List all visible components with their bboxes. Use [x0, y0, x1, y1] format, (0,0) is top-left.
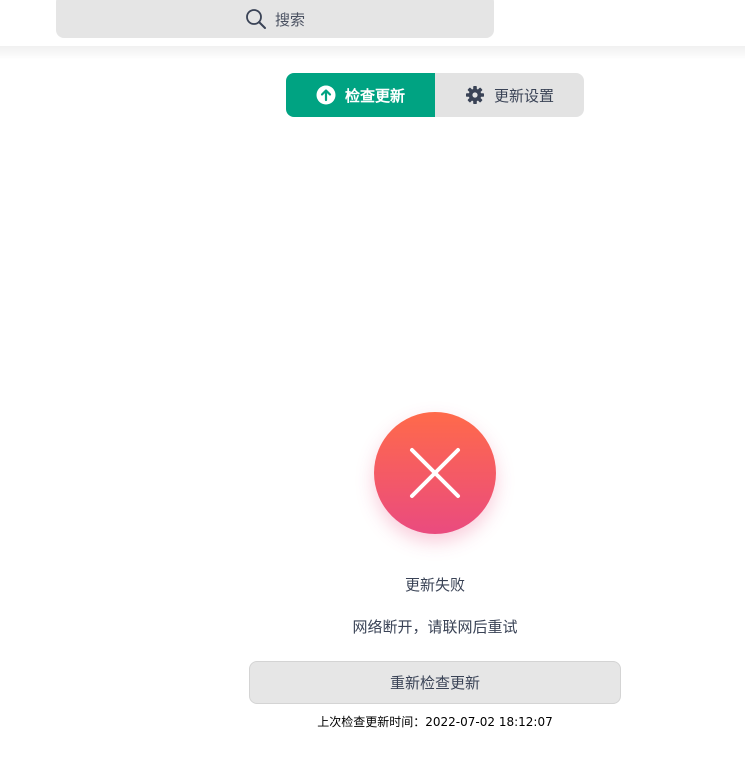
error-x-icon	[374, 412, 496, 534]
gear-icon	[465, 85, 485, 105]
tab-update-settings-label: 更新设置	[493, 86, 554, 105]
search-input[interactable]: 搜索	[56, 0, 494, 38]
arrow-up-circle-icon	[316, 85, 336, 105]
status-title: 更新失败	[404, 576, 465, 594]
search-icon	[245, 2, 267, 30]
search-placeholder: 搜索	[274, 10, 305, 29]
topbar-divider	[0, 46, 745, 60]
top-search-bar: 搜索	[0, 0, 745, 48]
tab-check-update-label: 检查更新	[344, 86, 405, 105]
retry-check-button[interactable]: 重新检查更新	[249, 661, 621, 704]
update-tabs: 检查更新 更新设置	[286, 73, 584, 117]
tab-check-update[interactable]: 检查更新	[286, 73, 435, 117]
tab-update-settings[interactable]: 更新设置	[435, 73, 584, 117]
last-check-time: 上次检查更新时间：2022-07-02 18:12:07	[317, 715, 553, 729]
status-message: 网络断开，请联网后重试	[352, 618, 518, 636]
